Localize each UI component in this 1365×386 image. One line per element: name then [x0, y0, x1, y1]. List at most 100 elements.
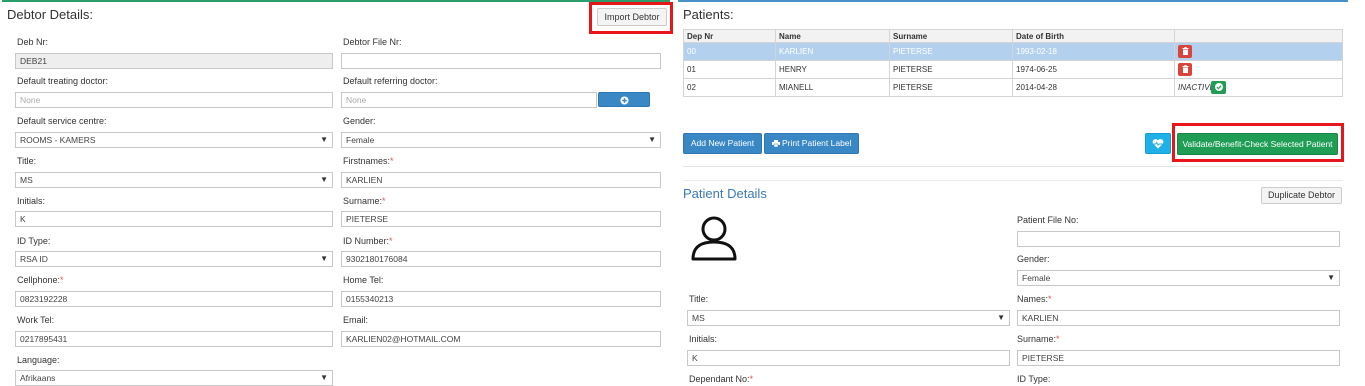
work-tel-label: Work Tel:	[17, 315, 55, 325]
language-select[interactable]: Afrikaans ▼	[15, 370, 333, 386]
cell-surname: PIETERSE	[889, 42, 1013, 61]
title-select[interactable]: MS ▼	[15, 172, 333, 188]
surname-label: Surname:*	[343, 196, 386, 206]
referring-doctor-label: Default referring doctor:	[343, 76, 438, 86]
col-actions	[1174, 29, 1343, 43]
patient-details-title: Patient Details	[683, 186, 767, 201]
treating-doctor-label: Default treating doctor:	[17, 76, 109, 86]
activate-patient-button[interactable]	[1211, 81, 1226, 94]
delete-patient-button[interactable]	[1178, 63, 1192, 76]
id-type-select[interactable]: RSA ID ▼	[15, 251, 333, 267]
dependant-no-label: Dependant No:*	[689, 374, 754, 384]
col-date-of-birth: Date of Birth	[1012, 29, 1175, 43]
patient-row-selected[interactable]: 00 KARLIEN PIETERSE 1993-02-18	[683, 42, 1343, 61]
cell-dep-nr: 01	[683, 60, 776, 79]
cell-dob: 2014-04-28	[1012, 78, 1175, 97]
cell-name: KARLIEN	[775, 42, 890, 61]
patient-row[interactable]: 02 MIANELL PIETERSE 2014-04-28 INACTIVE	[683, 78, 1343, 97]
surname-field[interactable]: PIETERSE	[341, 211, 661, 227]
cell-actions	[1174, 60, 1343, 79]
patients-table: Dep Nr Name Surname Date of Birth 00 KAR…	[683, 29, 1343, 97]
delete-patient-button[interactable]	[1178, 45, 1192, 58]
patients-title: Patients:	[683, 7, 734, 22]
add-referring-doctor-button[interactable]	[598, 92, 650, 107]
cell-name: MIANELL	[775, 78, 890, 97]
cell-actions: INACTIVE	[1174, 78, 1343, 97]
patient-names-label: Names:*	[1017, 294, 1052, 304]
firstnames-field[interactable]: KARLIEN	[341, 172, 661, 188]
gender-select[interactable]: Female ▼	[341, 132, 661, 148]
printer-icon	[771, 140, 780, 148]
debtor-file-nr-field[interactable]	[341, 53, 661, 69]
title-value: MS	[20, 175, 33, 185]
chevron-down-icon: ▼	[1327, 273, 1335, 282]
cell-dep-nr: 02	[683, 78, 776, 97]
cellphone-label: Cellphone:*	[17, 275, 64, 285]
patient-initials-field[interactable]: K	[687, 350, 1010, 366]
inactive-status: INACTIVE	[1178, 83, 1215, 92]
cell-dob: 1993-02-18	[1012, 42, 1175, 61]
treating-doctor-field[interactable]: None	[15, 92, 333, 108]
col-dep-nr: Dep Nr	[683, 29, 776, 43]
initials-field[interactable]: K	[15, 211, 333, 227]
patient-file-no-field[interactable]	[1017, 231, 1340, 247]
chevron-down-icon: ▼	[997, 313, 1005, 322]
cell-surname: PIETERSE	[889, 60, 1013, 79]
email-label: Email:	[343, 315, 369, 325]
referring-doctor-field[interactable]: None	[341, 92, 597, 108]
cell-surname: PIETERSE	[889, 78, 1013, 97]
language-value: Afrikaans	[20, 373, 56, 383]
cell-name: HENRY	[775, 60, 890, 79]
user-avatar-icon	[691, 216, 737, 261]
patient-gender-select[interactable]: Female ▼	[1017, 270, 1340, 286]
patient-title-value: MS	[692, 313, 705, 323]
work-tel-field[interactable]: 0217895431	[15, 331, 333, 347]
debtor-details-title: Debtor Details:	[7, 7, 93, 22]
id-type-value: RSA ID	[20, 254, 48, 264]
chevron-down-icon: ▼	[320, 135, 328, 144]
heartbeat-check-button[interactable]	[1145, 133, 1171, 154]
section-divider	[683, 166, 1343, 167]
id-number-label: ID Number:*	[343, 236, 393, 246]
patient-title-label: Title:	[689, 294, 709, 304]
patients-table-header: Dep Nr Name Surname Date of Birth	[683, 29, 1343, 43]
deb-nr-label: Deb Nr:	[17, 37, 49, 47]
deb-nr-field: DEB21	[15, 53, 333, 69]
print-patient-label-text: Print Patient Label	[781, 138, 852, 148]
duplicate-debtor-button[interactable]: Duplicate Debtor	[1261, 187, 1342, 204]
cellphone-field[interactable]: 0823192228	[15, 291, 333, 307]
patient-names-field[interactable]: KARLIEN	[1017, 310, 1340, 326]
title-label: Title:	[17, 156, 37, 166]
firstnames-label: Firstnames:*	[343, 156, 394, 166]
service-centre-value: ROOMS - KAMERS	[20, 135, 96, 145]
debtor-details-panel: Debtor Details: Import Debtor Deb Nr: DE…	[2, 0, 673, 386]
cell-actions	[1174, 42, 1343, 61]
patient-gender-value: Female	[1022, 273, 1051, 283]
col-name: Name	[775, 29, 890, 43]
add-new-patient-button[interactable]: Add New Patient	[683, 133, 762, 154]
patient-surname-field[interactable]: PIETERSE	[1017, 350, 1340, 366]
heartbeat-icon	[1152, 139, 1164, 149]
home-tel-field[interactable]: 0155340213	[341, 291, 661, 307]
debtor-file-nr-label: Debtor File Nr:	[343, 37, 402, 47]
cell-dob: 1974-06-25	[1012, 60, 1175, 79]
chevron-down-icon: ▼	[648, 135, 656, 144]
patient-file-no-label: Patient File No:	[1017, 215, 1079, 225]
print-patient-label-button[interactable]: Print Patient Label	[764, 133, 859, 154]
chevron-down-icon: ▼	[320, 254, 328, 263]
email-field[interactable]: KARLIEN02@HOTMAIL.COM	[341, 331, 661, 347]
col-surname: Surname	[889, 29, 1013, 43]
patient-title-select[interactable]: MS ▼	[687, 310, 1010, 326]
initials-label: Initials:	[17, 196, 46, 206]
id-type-label: ID Type:	[17, 236, 51, 246]
patient-row[interactable]: 01 HENRY PIETERSE 1974-06-25	[683, 60, 1343, 79]
language-label: Language:	[17, 355, 60, 365]
section-divider	[683, 180, 1343, 181]
patient-surname-label: Surname:*	[1017, 334, 1060, 344]
import-debtor-highlight	[589, 2, 673, 34]
service-centre-select[interactable]: ROOMS - KAMERS ▼	[15, 132, 333, 148]
chevron-down-icon: ▼	[320, 175, 328, 184]
chevron-down-icon: ▼	[320, 373, 328, 382]
patient-gender-label: Gender:	[1017, 254, 1050, 264]
id-number-field[interactable]: 9302180176084	[341, 251, 661, 267]
